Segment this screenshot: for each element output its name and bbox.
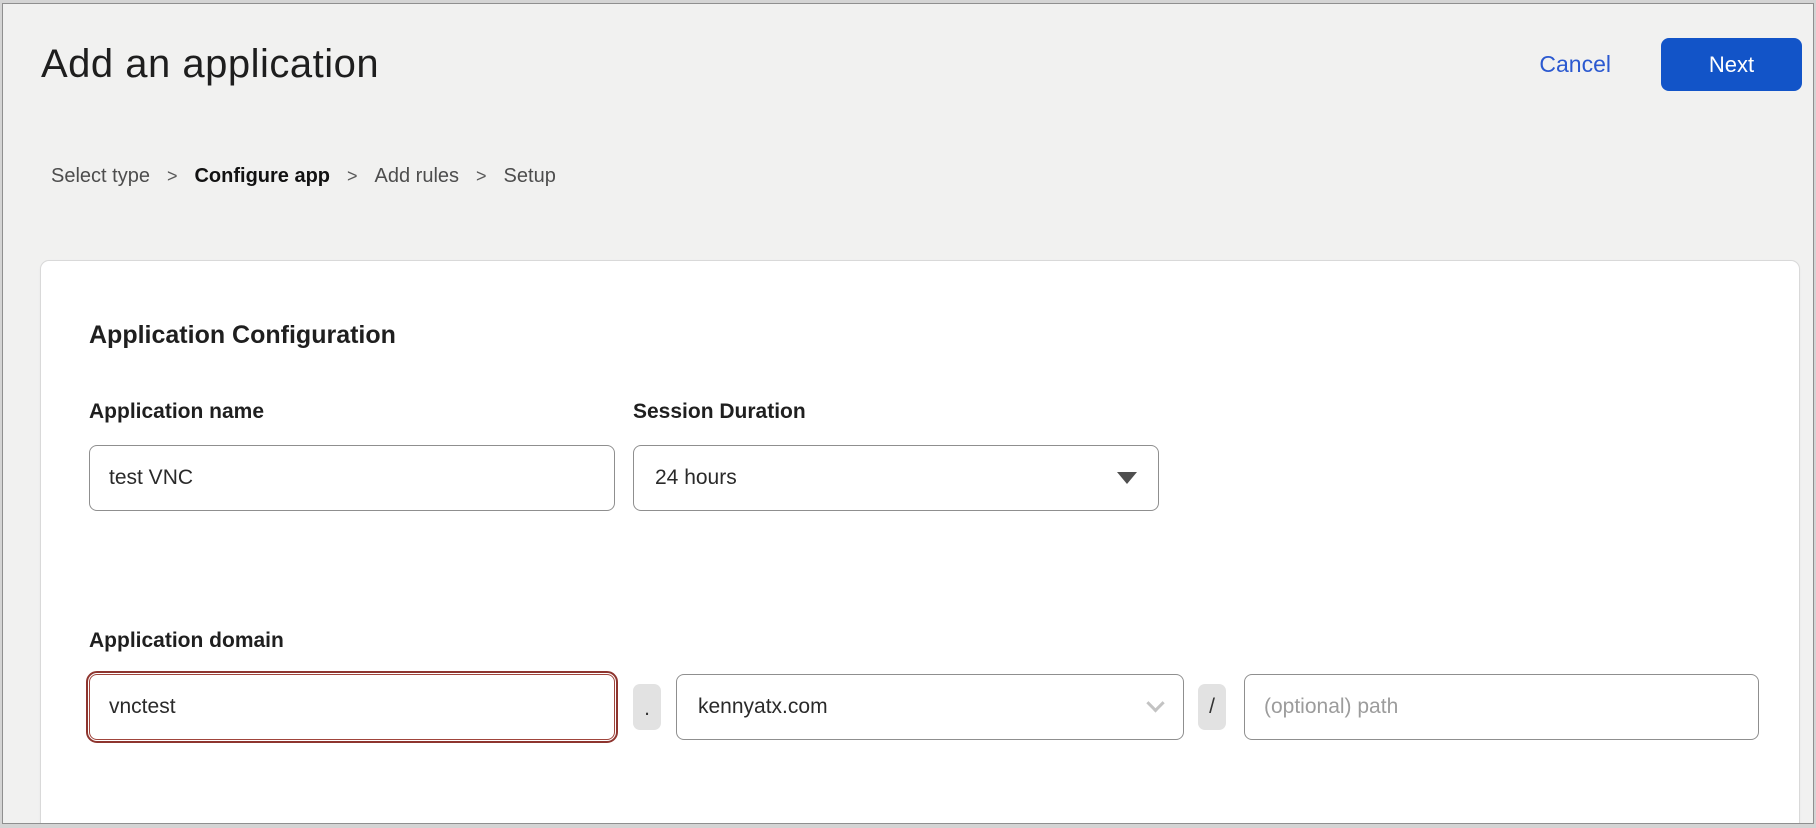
cancel-button[interactable]: Cancel <box>1539 51 1611 78</box>
wizard-breadcrumb: Select type > Configure app > Add rules … <box>51 165 1813 188</box>
section-title: Application Configuration <box>89 321 1759 350</box>
domain-select[interactable]: kennyatx.com <box>676 674 1184 740</box>
domain-select-value: kennyatx.com <box>698 695 828 719</box>
add-application-page: Add an application Cancel Next Select ty… <box>2 3 1814 824</box>
next-button[interactable]: Next <box>1661 38 1802 91</box>
application-domain-row: . kennyatx.com / <box>89 674 1759 740</box>
application-configuration-card: Application Configuration Application na… <box>40 260 1800 824</box>
breadcrumb-separator: > <box>347 166 358 187</box>
breadcrumb-step-configure-app[interactable]: Configure app <box>194 165 330 188</box>
breadcrumb-step-setup[interactable]: Setup <box>504 165 556 188</box>
slash-separator: / <box>1198 684 1226 730</box>
page-header: Add an application Cancel Next <box>3 4 1813 91</box>
session-duration-field: Session Duration 24 hours <box>633 400 1159 511</box>
subdomain-input[interactable] <box>89 674 615 740</box>
path-input[interactable] <box>1244 674 1759 740</box>
window-frame: Add an application Cancel Next Select ty… <box>0 0 1816 828</box>
breadcrumb-separator: > <box>476 166 487 187</box>
page-title: Add an application <box>41 42 379 87</box>
breadcrumb-step-select-type[interactable]: Select type <box>51 165 150 188</box>
chevron-down-icon <box>1146 694 1164 712</box>
breadcrumb-step-add-rules[interactable]: Add rules <box>375 165 460 188</box>
application-name-label: Application name <box>89 400 615 424</box>
session-duration-value: 24 hours <box>655 466 737 490</box>
application-domain-field: Application domain . kennyatx.com / <box>89 629 1759 740</box>
application-domain-label: Application domain <box>89 629 1759 653</box>
dot-separator: . <box>633 684 661 730</box>
session-duration-select[interactable]: 24 hours <box>633 445 1159 511</box>
application-name-input[interactable] <box>89 445 615 511</box>
caret-down-icon <box>1117 472 1137 484</box>
breadcrumb-separator: > <box>167 166 178 187</box>
header-actions: Cancel Next <box>1539 38 1802 91</box>
session-duration-label: Session Duration <box>633 400 1159 424</box>
name-and-duration-row: Application name Session Duration 24 hou… <box>89 400 1759 511</box>
application-name-field: Application name <box>89 400 615 511</box>
